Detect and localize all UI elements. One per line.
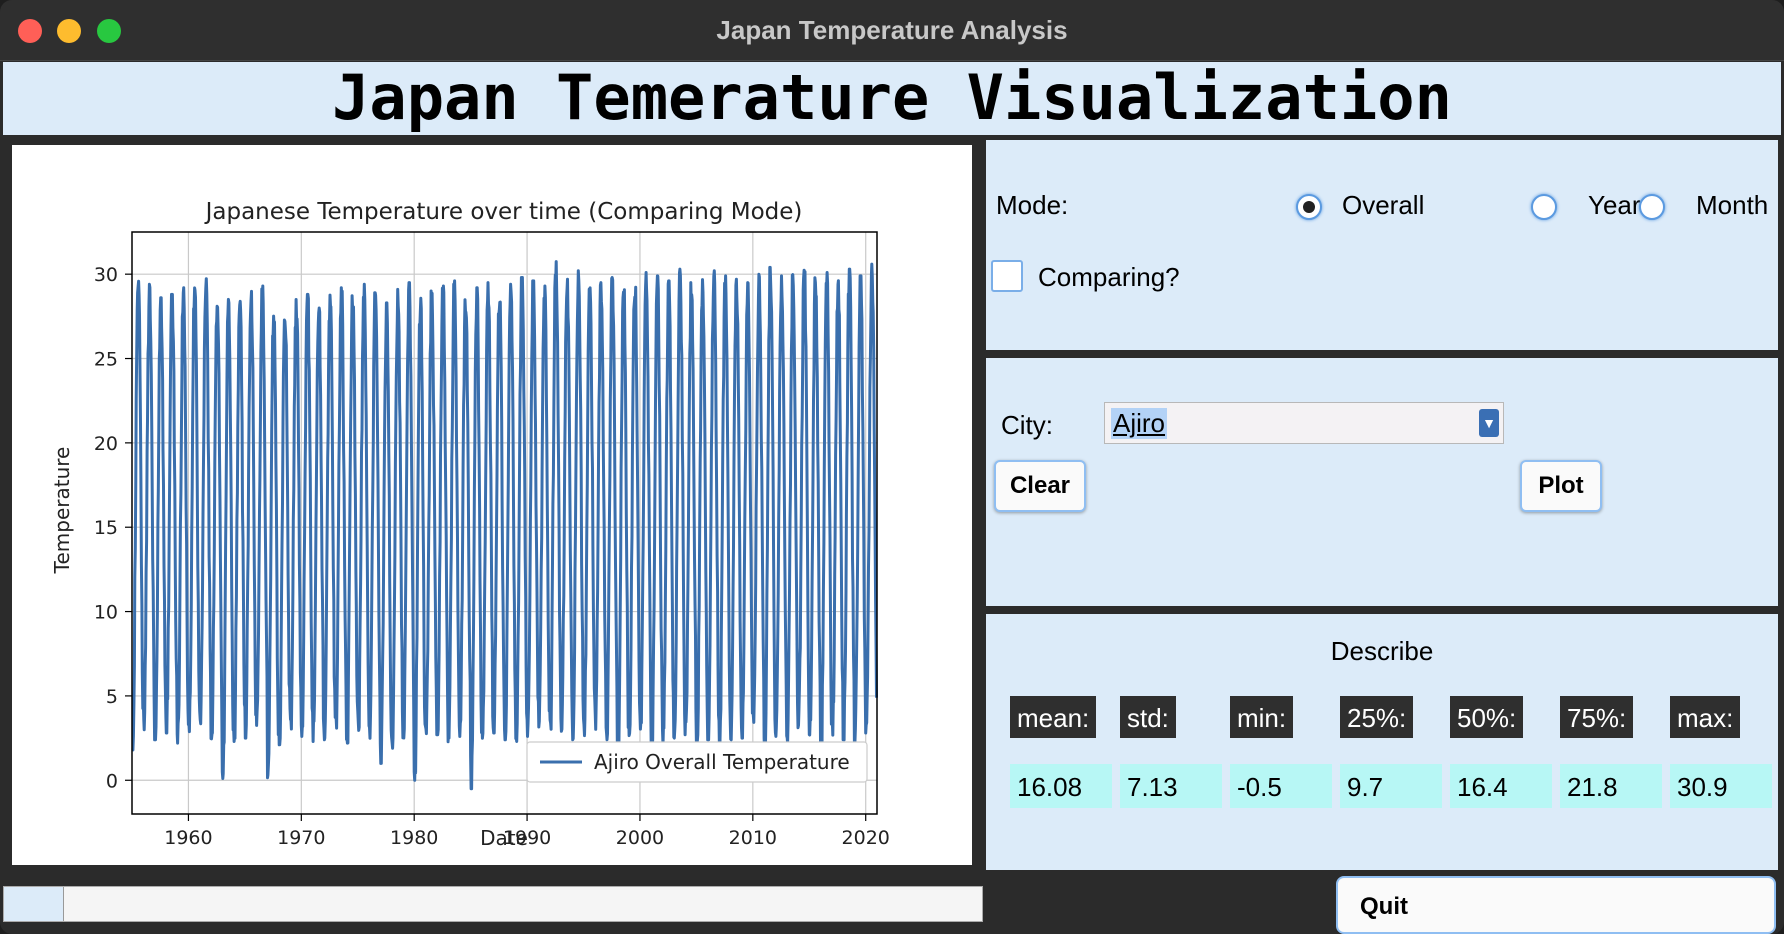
x-tick-label: 1970 <box>277 827 325 849</box>
clear-button[interactable]: Clear <box>994 460 1086 512</box>
city-panel: City: Ajiro ▼ Clear Plot <box>986 358 1778 606</box>
x-tick-label: 1980 <box>390 827 438 849</box>
window-title: Japan Temperature Analysis <box>716 15 1068 45</box>
x-tick-label: 2020 <box>842 827 890 849</box>
y-tick-label: 5 <box>106 686 118 708</box>
mode-panel: Mode: Overall Year Month Comparing? <box>986 140 1778 350</box>
radio-overall[interactable] <box>1296 194 1322 220</box>
radio-year[interactable] <box>1531 194 1557 220</box>
stat-label-50: 50%: <box>1450 696 1524 738</box>
x-tick-label: 2000 <box>616 827 664 849</box>
stat-label-max: max: <box>1670 696 1741 738</box>
chart-x-label: Date <box>480 826 528 850</box>
city-select[interactable]: Ajiro ▼ <box>1104 402 1504 444</box>
comparing-label[interactable]: Comparing? <box>1038 262 1180 293</box>
radio-overall-label[interactable]: Overall <box>1342 190 1424 221</box>
y-tick-label: 10 <box>94 602 118 624</box>
describe-panel: Describe mean: std: min: 25%: 50%: 75%: … <box>986 614 1778 870</box>
radio-year-label[interactable]: Year <box>1588 190 1641 221</box>
stat-value-75: 21.8 <box>1560 764 1662 808</box>
chart-series-layer <box>131 260 878 791</box>
temperature-chart: 1960 1970 1980 1990 2000 2010 2020051015202530… <box>50 199 890 850</box>
x-tick-label: 2010 <box>729 827 777 849</box>
stat-value-min: -0.5 <box>1230 764 1332 808</box>
y-tick-label: 0 <box>106 770 118 792</box>
stat-label-mean: mean: <box>1010 696 1097 738</box>
progress-fill <box>4 887 64 921</box>
stat-value-25: 9.7 <box>1340 764 1442 808</box>
stat-value-std: 7.13 <box>1120 764 1222 808</box>
x-tick-label: 1960 <box>164 827 212 849</box>
mode-label: Mode: <box>996 190 1069 220</box>
stat-label-std: std: <box>1120 696 1176 738</box>
stat-value-50: 16.4 <box>1450 764 1552 808</box>
stat-label-min: min: <box>1230 696 1294 738</box>
stat-label-75: 75%: <box>1560 696 1634 738</box>
plot-canvas: 1960 1970 1980 1990 2000 2010 2020 0 5 10 15 20 25 30… <box>12 145 972 865</box>
comparing-checkbox[interactable] <box>991 260 1023 292</box>
progress-bar <box>3 886 983 922</box>
chart-y-label: Temperature <box>50 447 74 575</box>
series-line-ajiro-overall <box>131 260 878 791</box>
chart-legend: Ajiro Overall Temperature <box>526 741 868 783</box>
plot-button[interactable]: Plot <box>1520 460 1602 512</box>
stat-value-mean: 16.08 <box>1010 764 1112 808</box>
legend-label: Ajiro Overall Temperature <box>594 750 850 774</box>
stat-label-25: 25%: <box>1340 696 1414 738</box>
quit-button[interactable]: Quit <box>1336 876 1776 934</box>
chart-title: Japanese Temperature over time (Comparin… <box>204 199 803 225</box>
y-tick-label: 25 <box>94 349 118 371</box>
radio-month[interactable] <box>1639 194 1665 220</box>
y-tick-label: 15 <box>94 517 118 539</box>
page-header: Japan Temerature Visualization <box>3 62 1781 135</box>
city-select-value[interactable]: Ajiro <box>1111 408 1168 439</box>
app-window: Japan Temperature Analysis Japan Temerat… <box>0 0 1784 934</box>
radio-month-label[interactable]: Month <box>1696 190 1768 221</box>
stat-value-max: 30.9 <box>1670 764 1772 808</box>
y-tick-label: 20 <box>94 433 118 455</box>
describe-title: Describe <box>1330 636 1434 666</box>
chevron-down-icon[interactable]: ▼ <box>1479 409 1499 437</box>
y-tick-label: 30 <box>94 264 118 286</box>
title-bar: Japan Temperature Analysis <box>0 0 1784 61</box>
city-label: City: <box>1001 410 1053 440</box>
page-title: Japan Temerature Visualization <box>332 61 1452 134</box>
